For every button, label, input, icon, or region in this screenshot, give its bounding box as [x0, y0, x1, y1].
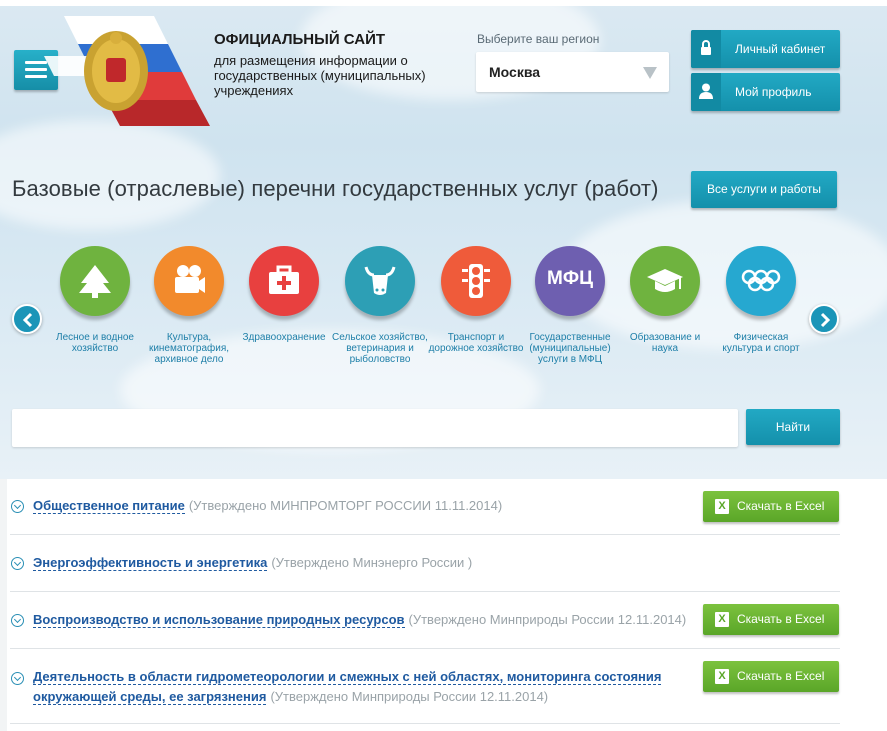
expand-toggle-icon[interactable]: [11, 672, 24, 685]
medkit-icon: [269, 265, 299, 294]
list-item: Общественное питание (Утверждено МИНПРОМТ…: [10, 479, 840, 535]
excel-icon: X: [715, 669, 729, 684]
item-title-link[interactable]: Воспроизводство и использование природны…: [33, 612, 405, 628]
lock-icon: [701, 40, 711, 55]
expand-toggle-icon[interactable]: [11, 614, 24, 627]
all-services-button[interactable]: Все услуги и работы: [691, 171, 837, 208]
site-subtitle: для размещения информации о государствен…: [214, 53, 426, 98]
category-transport[interactable]: Транспорт и дорожное хозяйство: [428, 246, 524, 354]
download-excel-button[interactable]: X Скачать в Excel: [703, 661, 839, 692]
category-label: Сельское хозяйство, ветеринария и рыболо…: [332, 332, 428, 365]
carousel-prev-button[interactable]: [12, 304, 42, 334]
personal-account-label: Личный кабинет: [735, 42, 826, 56]
item-note: (Утверждено Минприроды России 12.11.2014…: [408, 612, 687, 627]
camera-icon: [175, 265, 205, 293]
hero-banner: ОФИЦИАЛЬНЫЙ САЙТ для размещения информац…: [0, 0, 887, 479]
item-note: (Утверждено Минэнерго России ): [271, 555, 473, 570]
mfc-icon: МФЦ: [547, 268, 593, 289]
russia-flag-logo: [44, 16, 210, 126]
download-excel-label: Скачать в Excel: [737, 612, 825, 626]
region-select[interactable]: Москва: [476, 52, 669, 92]
item-title-link[interactable]: Энергоэффективность и энергетика: [33, 555, 268, 571]
category-mfc[interactable]: МФЦ Государственные (муниципальные) услу…: [522, 246, 618, 365]
category-culture[interactable]: Культура, кинематография, архивное дело: [141, 246, 237, 365]
tree-icon: [79, 265, 111, 298]
dropdown-arrow-icon: [643, 67, 657, 79]
chevron-right-icon: [820, 312, 831, 328]
category-healthcare[interactable]: Здравоохранение: [236, 246, 332, 343]
expand-toggle-icon[interactable]: [11, 500, 24, 513]
item-note: (Утверждено Минприроды России 12.11.2014…: [270, 689, 549, 704]
carousel-next-button[interactable]: [809, 304, 839, 334]
category-label: Физическая культура и спорт: [722, 332, 800, 354]
region-label: Выберите ваш регион: [477, 32, 600, 46]
page-title: Базовые (отраслевые) перечни государстве…: [12, 176, 659, 201]
my-profile-button[interactable]: Мой профиль: [691, 73, 840, 111]
download-excel-button[interactable]: X Скачать в Excel: [703, 491, 839, 522]
search-button[interactable]: Найти: [746, 409, 840, 445]
category-label: Культура, кинематография, архивное дело: [148, 332, 230, 365]
cow-icon: [364, 266, 396, 295]
region-value: Москва: [489, 64, 541, 80]
my-profile-label: Мой профиль: [735, 85, 812, 99]
category-label: Лесное и водное хозяйство: [56, 332, 134, 354]
list-item: Воспроизводство и использование природны…: [10, 592, 840, 649]
excel-icon: X: [715, 499, 729, 514]
download-excel-label: Скачать в Excel: [737, 669, 825, 683]
site-title: ОФИЦИАЛЬНЫЙ САЙТ: [214, 31, 386, 48]
list-item: Энергоэффективность и энергетика (Утвержд…: [10, 535, 840, 592]
olympic-rings-icon: [741, 269, 781, 292]
user-icon: [699, 83, 713, 99]
search-input[interactable]: [12, 409, 738, 447]
category-label: Государственные (муниципальные) услуги в…: [529, 332, 611, 365]
category-forestry[interactable]: Лесное и водное хозяйство: [47, 246, 143, 354]
graduation-cap-icon: [647, 269, 683, 292]
expand-toggle-icon[interactable]: [11, 557, 24, 570]
category-sport[interactable]: Физическая культура и спорт: [713, 246, 809, 354]
category-label: Здравоохранение: [242, 332, 326, 343]
download-excel-label: Скачать в Excel: [737, 499, 825, 513]
category-label: Образование и наука: [629, 332, 701, 354]
item-title-link[interactable]: Общественное питание: [33, 498, 185, 514]
category-agriculture[interactable]: Сельское хозяйство, ветеринария и рыболо…: [332, 246, 428, 365]
list-item: Деятельность в области гидрометеорологии…: [10, 649, 840, 724]
left-edge: [0, 479, 7, 731]
download-excel-button[interactable]: X Скачать в Excel: [703, 604, 839, 635]
chevron-left-icon: [22, 312, 33, 328]
personal-account-button[interactable]: Личный кабинет: [691, 30, 840, 68]
traffic-light-icon: [462, 264, 490, 298]
category-education[interactable]: Образование и наука: [617, 246, 713, 354]
excel-icon: X: [715, 612, 729, 627]
item-note: (Утверждено МИНПРОМТОРГ РОССИИ 11.11.201…: [188, 498, 503, 513]
category-label: Транспорт и дорожное хозяйство: [428, 332, 524, 354]
